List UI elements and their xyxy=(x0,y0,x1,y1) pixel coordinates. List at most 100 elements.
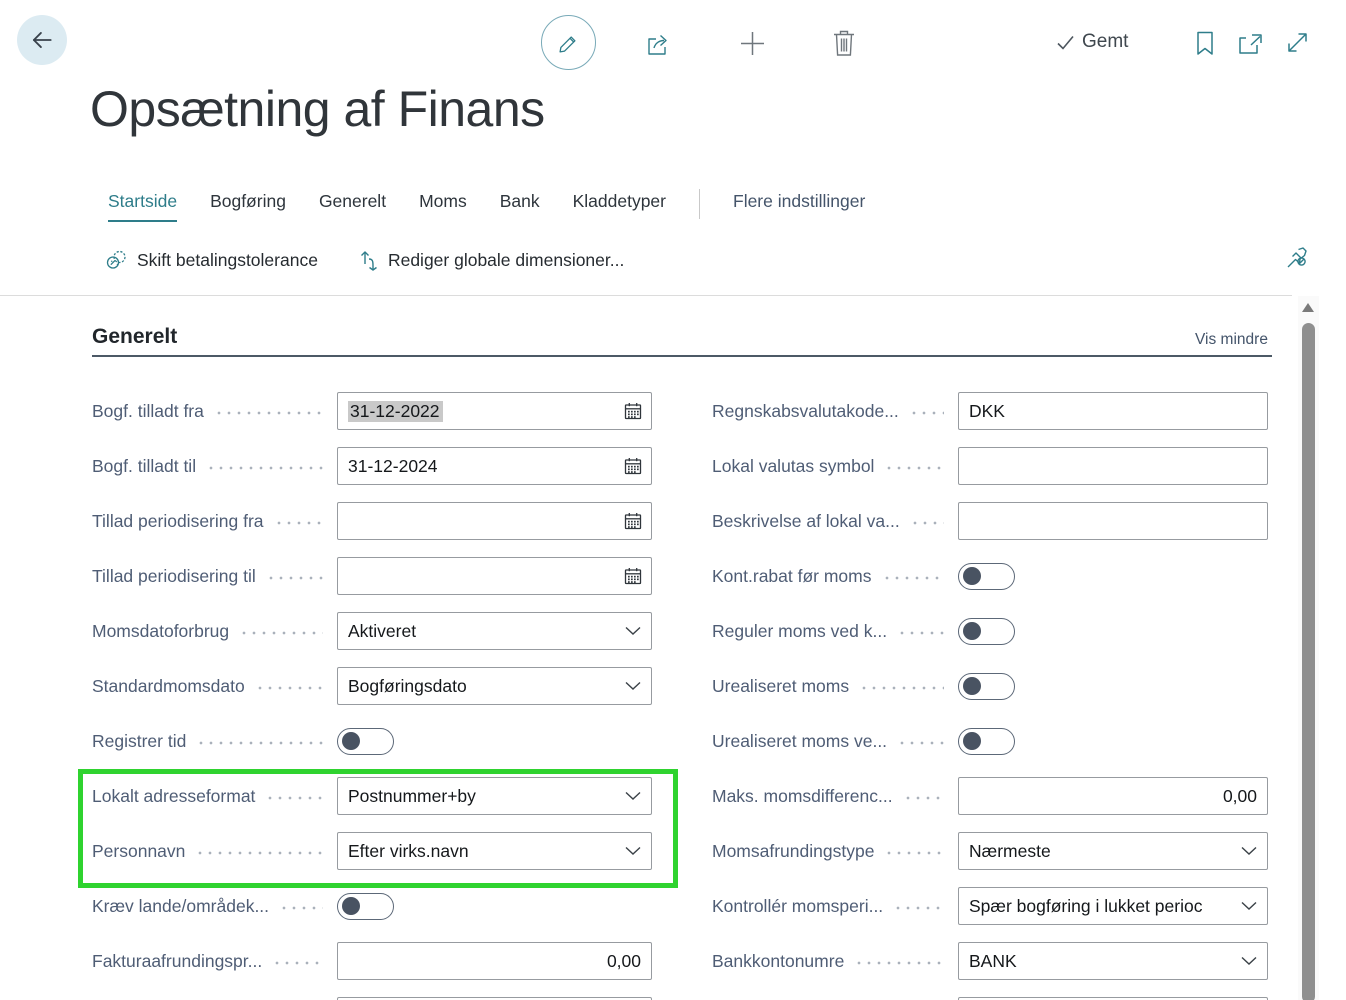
toggle-reguler-moms-ved-k[interactable] xyxy=(958,618,1015,645)
field-row: BankkontonumreBANK xyxy=(712,942,1268,980)
dotted-leader xyxy=(854,961,944,965)
trash-icon xyxy=(832,44,856,61)
expand-button[interactable] xyxy=(1285,30,1310,55)
toggle-registrer-tid[interactable] xyxy=(337,728,394,755)
select-field-momsafrundingstype[interactable]: Nærmeste xyxy=(958,832,1268,870)
toggle-urealiseret-moms-ve[interactable] xyxy=(958,728,1015,755)
dotted-leader xyxy=(910,521,944,525)
date-field-bogf-tilladt-til[interactable]: 31-12-2024 xyxy=(337,447,652,485)
calendar-icon[interactable] xyxy=(623,401,643,421)
select-field-personnavn[interactable]: Efter virks.navn xyxy=(337,832,652,870)
field-label-urealiseret-moms: Urealiseret moms xyxy=(712,676,849,697)
tab-flere-indstillinger[interactable]: Flere indstillinger xyxy=(733,191,865,222)
tab-startside[interactable]: Startside xyxy=(108,191,177,222)
tab-bank[interactable]: Bank xyxy=(500,191,540,222)
tab-kladdetyper[interactable]: Kladdetyper xyxy=(573,191,666,222)
dotted-leader xyxy=(195,851,323,855)
chevron-down-icon[interactable] xyxy=(1239,847,1257,856)
field-label-lokalt-adresseformat: Lokalt adresseformat xyxy=(92,786,255,807)
show-less-link[interactable]: Vis mindre xyxy=(1195,331,1268,349)
action-bar: Skift betalingstolerance Rediger globale… xyxy=(106,249,624,271)
dotted-leader xyxy=(196,741,323,745)
scrollbar-thumb[interactable] xyxy=(1302,323,1315,1000)
page-title: Opsætning af Finans xyxy=(90,80,545,138)
dotted-leader xyxy=(255,686,323,690)
unpin-icon[interactable] xyxy=(1284,246,1310,272)
bookmark-button[interactable] xyxy=(1196,31,1214,56)
field-row: Lokal valutas symbol xyxy=(712,447,1268,485)
chevron-down-icon[interactable] xyxy=(623,847,641,856)
dotted-leader xyxy=(239,631,323,635)
dotted-leader xyxy=(884,466,944,470)
field-label-tillad-periodisering-til: Tillad periodisering til xyxy=(92,566,256,587)
select-field-kontroll-r-momsperi[interactable]: Spær bogføring i lukket perioc xyxy=(958,887,1268,925)
popout-icon xyxy=(1238,42,1264,59)
field-row: Momsdatoforbrug Aktiveret xyxy=(92,612,652,650)
field-label-maks-momsdifferenc: Maks. momsdifferenc... xyxy=(712,786,893,807)
field-row: StandardmomsdatoBogføringsdato xyxy=(92,667,652,705)
date-field-tillad-periodisering-til[interactable] xyxy=(337,557,652,595)
field-row: Bogf. tilladt fra31-12-2022 xyxy=(92,392,652,430)
select-field-standardmomsdato[interactable]: Bogføringsdato xyxy=(337,667,652,705)
field-label-momsafrundingstype: Momsafrundingstype xyxy=(712,841,874,862)
selected-text: 31-12-2022 xyxy=(348,401,443,422)
tab-generelt[interactable]: Generelt xyxy=(319,191,386,222)
field-row: PersonnavnEfter virks.navn xyxy=(92,832,652,870)
chevron-down-icon[interactable] xyxy=(1239,902,1257,911)
dotted-leader xyxy=(909,411,944,415)
tab-bogfoering[interactable]: Bogføring xyxy=(210,191,286,222)
toggle-kont-rabat-f-r-moms[interactable] xyxy=(958,563,1015,590)
field-row: Momsafrundingstype Nærmeste xyxy=(712,832,1268,870)
select-field-bankkontonumre[interactable]: BANK xyxy=(958,942,1268,980)
chevron-down-icon[interactable] xyxy=(1239,957,1257,966)
number-field-maks-momsdifferenc[interactable]: 0,00 xyxy=(958,777,1268,815)
field-row: Lokalt adresseformat Postnummer+by xyxy=(92,777,652,815)
select-field-momsdatoforbrug[interactable]: Aktiveret xyxy=(337,612,652,650)
new-button[interactable] xyxy=(739,30,766,57)
share-button[interactable] xyxy=(646,31,673,57)
scrollbar[interactable] xyxy=(1298,296,1319,1000)
calendar-icon[interactable] xyxy=(623,566,643,586)
field-row: Kræv lande/områdek... xyxy=(92,887,652,925)
delete-button[interactable] xyxy=(832,29,856,57)
field-row: Urealiseret moms xyxy=(712,667,1268,705)
text-field-lokal-valutas-symbol[interactable] xyxy=(958,447,1268,485)
dotted-leader xyxy=(274,521,323,525)
text-field-beskrivelse-af-lokal-va[interactable] xyxy=(958,502,1268,540)
toggle-knob xyxy=(963,677,981,695)
field-row: Reguler moms ved k... xyxy=(712,612,1268,650)
field-label-momsdatoforbrug: Momsdatoforbrug xyxy=(92,621,229,642)
calendar-icon[interactable] xyxy=(623,511,643,531)
bookmark-icon xyxy=(1196,43,1214,60)
tab-moms[interactable]: Moms xyxy=(419,191,467,222)
toggle-knob xyxy=(963,732,981,750)
toggle-kr-v-lande-omr-dek[interactable] xyxy=(337,893,394,920)
section-rule xyxy=(92,355,1272,357)
date-field-tillad-periodisering-fra[interactable] xyxy=(337,502,652,540)
field-row: Regnskabsvalutakode...DKK xyxy=(712,392,1268,430)
field-label-kr-v-lande-omr-dek: Kræv lande/områdek... xyxy=(92,896,269,917)
date-field-bogf-tilladt-fra[interactable]: 31-12-2022 xyxy=(337,392,652,430)
chevron-down-icon[interactable] xyxy=(623,627,641,636)
pencil-icon xyxy=(557,31,581,55)
action-skift-betalingstolerance[interactable]: Skift betalingstolerance xyxy=(106,250,318,271)
number-field-fakturaafrundingspr[interactable]: 0,00 xyxy=(337,942,652,980)
back-button[interactable] xyxy=(17,15,67,65)
dotted-leader xyxy=(214,411,323,415)
scroll-up-arrow-icon[interactable] xyxy=(1302,303,1314,312)
field-label-kontroll-r-momsperi: Kontrollér momsperi... xyxy=(712,896,883,917)
text-field-regnskabsvalutakode[interactable]: DKK xyxy=(958,392,1268,430)
action-label: Rediger globale dimensioner... xyxy=(388,250,624,271)
chevron-down-icon[interactable] xyxy=(623,682,641,691)
save-status: Gemt xyxy=(1056,31,1128,53)
open-in-new-window-button[interactable] xyxy=(1238,33,1264,55)
chevron-down-icon[interactable] xyxy=(623,792,641,801)
toggle-urealiseret-moms[interactable] xyxy=(958,673,1015,700)
select-field-lokalt-adresseformat[interactable]: Postnummer+by xyxy=(337,777,652,815)
calendar-icon[interactable] xyxy=(623,456,643,476)
edit-button[interactable] xyxy=(541,15,596,70)
dotted-leader xyxy=(272,961,323,965)
action-rediger-globale-dimensioner[interactable]: Rediger globale dimensioner... xyxy=(358,249,624,271)
dotted-leader xyxy=(893,906,944,910)
dotted-leader xyxy=(897,741,944,745)
